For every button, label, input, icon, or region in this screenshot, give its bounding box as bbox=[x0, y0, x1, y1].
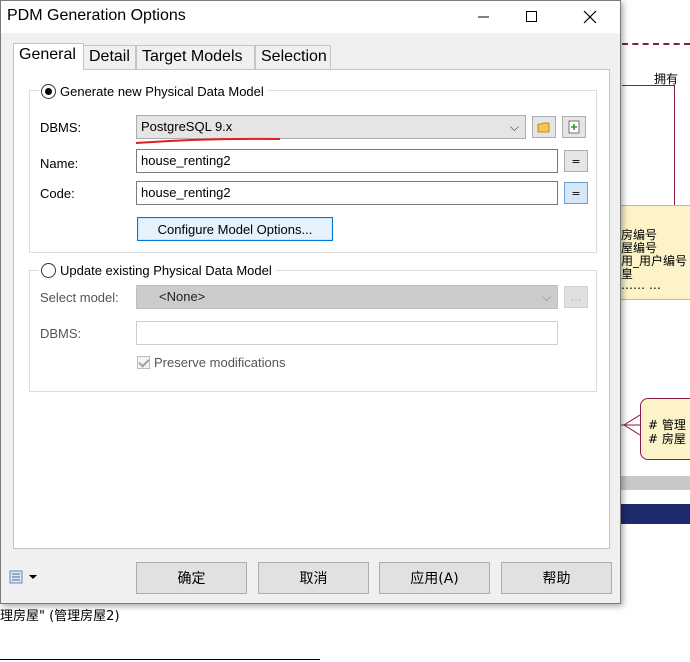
dashed-relation-line bbox=[622, 43, 690, 45]
properties-icon bbox=[568, 120, 580, 134]
cancel-button[interactable]: 取消 bbox=[258, 562, 369, 594]
background-scroll-area bbox=[610, 476, 690, 490]
generate-new-label: Generate new Physical Data Model bbox=[60, 84, 264, 99]
dialog-title: PDM Generation Options bbox=[7, 7, 186, 24]
apply-button[interactable]: 应用(A) bbox=[379, 562, 490, 594]
entity-row: # 房屋 bbox=[648, 432, 686, 446]
chevron-down-icon: ⌵ bbox=[541, 290, 551, 304]
name-label: Name: bbox=[40, 156, 79, 171]
help-button[interactable]: 帮助 bbox=[501, 562, 612, 594]
red-annotation-underline bbox=[135, 137, 281, 144]
folder-icon bbox=[537, 122, 550, 133]
radio-indicator[interactable] bbox=[41, 84, 56, 99]
tab-general[interactable]: General bbox=[13, 43, 84, 70]
select-model-dropdown[interactable]: <None> ⌵ bbox=[136, 285, 558, 309]
crowfoot-connector-icon bbox=[620, 414, 642, 436]
update-existing-label: Update existing Physical Data Model bbox=[60, 263, 272, 278]
radio-indicator[interactable] bbox=[41, 263, 56, 278]
dbms-properties-button[interactable] bbox=[562, 116, 586, 138]
code-field[interactable]: house_renting2 bbox=[136, 181, 558, 205]
output-line-label: 理房屋" (管理房屋2) bbox=[0, 609, 120, 624]
minimize-button[interactable] bbox=[461, 1, 507, 33]
close-button[interactable] bbox=[567, 1, 613, 33]
maximize-icon bbox=[526, 11, 537, 22]
background-entity-manage[interactable]: # 管理 # 房屋 bbox=[640, 398, 690, 460]
checkbox-indicator[interactable] bbox=[137, 356, 150, 369]
dbms-label: DBMS: bbox=[40, 120, 82, 135]
minimize-icon bbox=[478, 16, 489, 18]
code-label: Code: bbox=[40, 186, 75, 201]
maximize-button[interactable] bbox=[509, 1, 555, 33]
preserve-modifications-label: Preserve modifications bbox=[154, 355, 286, 370]
select-model-label: Select model: bbox=[40, 290, 119, 305]
general-tab-panel: Generate new Physical Data Model DBMS: P… bbox=[13, 69, 610, 549]
preserve-modifications-checkbox[interactable]: Preserve modifications bbox=[137, 355, 286, 370]
background-divider bbox=[0, 659, 320, 660]
relation-line-vertical bbox=[674, 85, 675, 205]
document-options-icon bbox=[9, 570, 23, 584]
dbms2-label: DBMS: bbox=[40, 326, 82, 341]
configure-model-options-button[interactable]: Configure Model Options... bbox=[137, 217, 333, 241]
dbms-select-value: PostgreSQL 9.x bbox=[141, 119, 233, 134]
tab-selection[interactable]: Selection bbox=[255, 45, 331, 69]
dbms-browse-button[interactable] bbox=[532, 116, 556, 138]
dbms2-field[interactable] bbox=[136, 321, 558, 345]
dropdown-arrow-icon bbox=[29, 575, 37, 579]
entity-row: …… … bbox=[621, 278, 661, 292]
name-field[interactable]: house_renting2 bbox=[136, 149, 558, 173]
tab-target-models[interactable]: Target Models bbox=[136, 45, 255, 69]
tab-detail[interactable]: Detail bbox=[83, 45, 136, 69]
options-menu-button[interactable] bbox=[9, 570, 37, 584]
pdm-generation-options-dialog: PDM Generation Options General Detail Ta… bbox=[0, 0, 621, 604]
close-icon bbox=[583, 10, 597, 24]
name-code-sync-button[interactable]: = bbox=[564, 150, 588, 172]
background-entity-house[interactable]: 房编号 屋编号 用_用户编号 皇 …… … bbox=[612, 205, 690, 300]
code-sync-button[interactable]: = bbox=[564, 182, 588, 204]
relation-line-horizontal bbox=[622, 85, 674, 86]
generate-new-radio[interactable]: Generate new Physical Data Model bbox=[39, 84, 268, 99]
chevron-down-icon: ⌵ bbox=[509, 120, 519, 134]
select-model-value: <None> bbox=[159, 289, 206, 304]
select-model-browse-button[interactable]: ... bbox=[564, 286, 588, 308]
update-existing-radio[interactable]: Update existing Physical Data Model bbox=[39, 263, 276, 278]
title-bar[interactable]: PDM Generation Options bbox=[1, 1, 620, 33]
ok-button[interactable]: 确定 bbox=[136, 562, 247, 594]
